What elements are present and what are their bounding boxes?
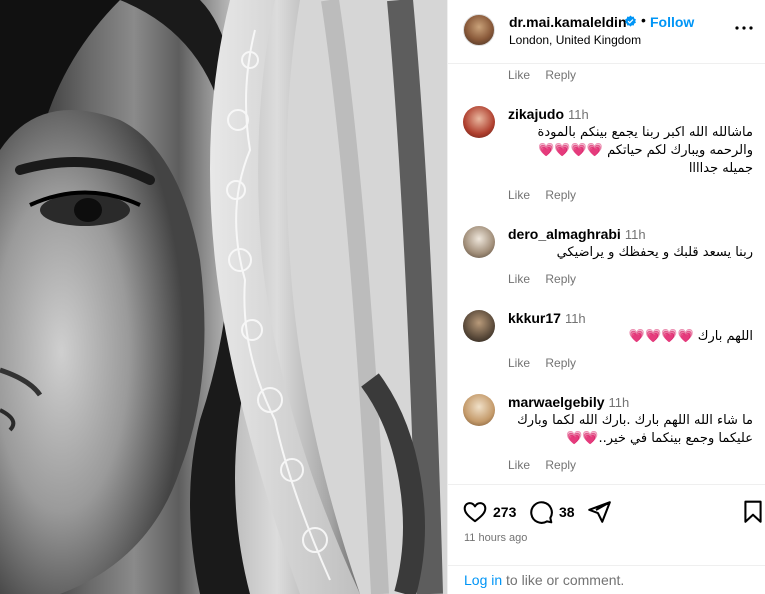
reply-comment-button[interactable]: Reply bbox=[545, 68, 576, 82]
comment-text: اللهم بارك 💗💗💗💗 bbox=[628, 329, 753, 344]
more-horizontal-icon[interactable] bbox=[732, 16, 756, 40]
login-prompt-text: to like or comment. bbox=[502, 572, 625, 588]
comment-text: ما شاء الله اللهم بارك .بارك الله لكما و… bbox=[517, 413, 753, 446]
reply-comment-button[interactable]: Reply bbox=[545, 458, 576, 472]
heart-icon[interactable] bbox=[462, 499, 488, 525]
commenter-username[interactable]: dero_almaghrabi bbox=[508, 226, 621, 242]
reply-comment-button[interactable]: Reply bbox=[545, 272, 576, 286]
comment-actions: Like Reply bbox=[508, 188, 588, 202]
post-footer: 273 38 11 hours ago Log in to like or co… bbox=[448, 484, 765, 594]
comment-actions: Like Reply bbox=[508, 272, 588, 286]
comment-text: ربنا يسعد قلبك و يحفظك و يراضيكي bbox=[556, 245, 753, 260]
comment-time: 11h bbox=[608, 395, 630, 410]
author-username[interactable]: dr.mai.kamaleldin bbox=[509, 14, 627, 30]
comment-actions: Like Reply bbox=[508, 356, 588, 370]
like-comment-button[interactable]: Like bbox=[508, 272, 530, 286]
login-prompt: Log in to like or comment. bbox=[448, 565, 765, 594]
like-comment-button[interactable]: Like bbox=[508, 188, 530, 202]
commenter-username[interactable]: kkkur17 bbox=[508, 310, 561, 326]
author-avatar[interactable] bbox=[463, 14, 495, 46]
commenter-username[interactable]: marwaelgebily bbox=[508, 394, 605, 410]
separator-dot: • bbox=[641, 12, 646, 28]
post-location[interactable]: London, United Kingdom bbox=[509, 33, 641, 47]
share-icon[interactable] bbox=[586, 499, 612, 525]
bride-photo-illustration bbox=[0, 0, 447, 594]
like-comment-button[interactable]: Like bbox=[508, 356, 530, 370]
commenter-avatar[interactable] bbox=[463, 310, 495, 342]
bookmark-icon[interactable] bbox=[740, 499, 765, 525]
comment-actions: Like Reply bbox=[508, 68, 588, 82]
post-sidebar: dr.mai.kamaleldin • Follow London, Unite… bbox=[447, 0, 765, 594]
commenter-avatar[interactable] bbox=[463, 394, 495, 426]
comments-list[interactable]: Like Reply zikajudo 11h ماشالله الله اكبر… bbox=[448, 64, 765, 484]
like-comment-button[interactable]: Like bbox=[508, 458, 530, 472]
comment-text: ماشالله الله اكبر ربنا يجمع بينكم بالمود… bbox=[537, 125, 753, 176]
commenter-avatar[interactable] bbox=[463, 226, 495, 258]
reply-comment-button[interactable]: Reply bbox=[545, 188, 576, 202]
comment-time: 11h bbox=[564, 311, 586, 326]
comment-count[interactable]: 38 bbox=[559, 504, 575, 520]
like-comment-button[interactable]: Like bbox=[508, 68, 530, 82]
login-link[interactable]: Log in bbox=[464, 572, 502, 588]
reply-comment-button[interactable]: Reply bbox=[545, 356, 576, 370]
comment-time: 11h bbox=[568, 107, 589, 122]
post-time-ago[interactable]: 11 hours ago bbox=[464, 532, 527, 544]
post-header: dr.mai.kamaleldin • Follow London, Unite… bbox=[448, 0, 765, 64]
like-count[interactable]: 273 bbox=[493, 504, 516, 520]
follow-button[interactable]: Follow bbox=[650, 14, 694, 30]
comment-icon[interactable] bbox=[528, 499, 554, 525]
commenter-username[interactable]: zikajudo bbox=[508, 106, 564, 122]
post-photo bbox=[0, 0, 447, 594]
verified-badge-icon bbox=[625, 15, 636, 27]
commenter-avatar[interactable] bbox=[463, 106, 495, 138]
comment-actions: Like Reply bbox=[508, 458, 588, 472]
comment-time: 11h bbox=[624, 227, 646, 242]
